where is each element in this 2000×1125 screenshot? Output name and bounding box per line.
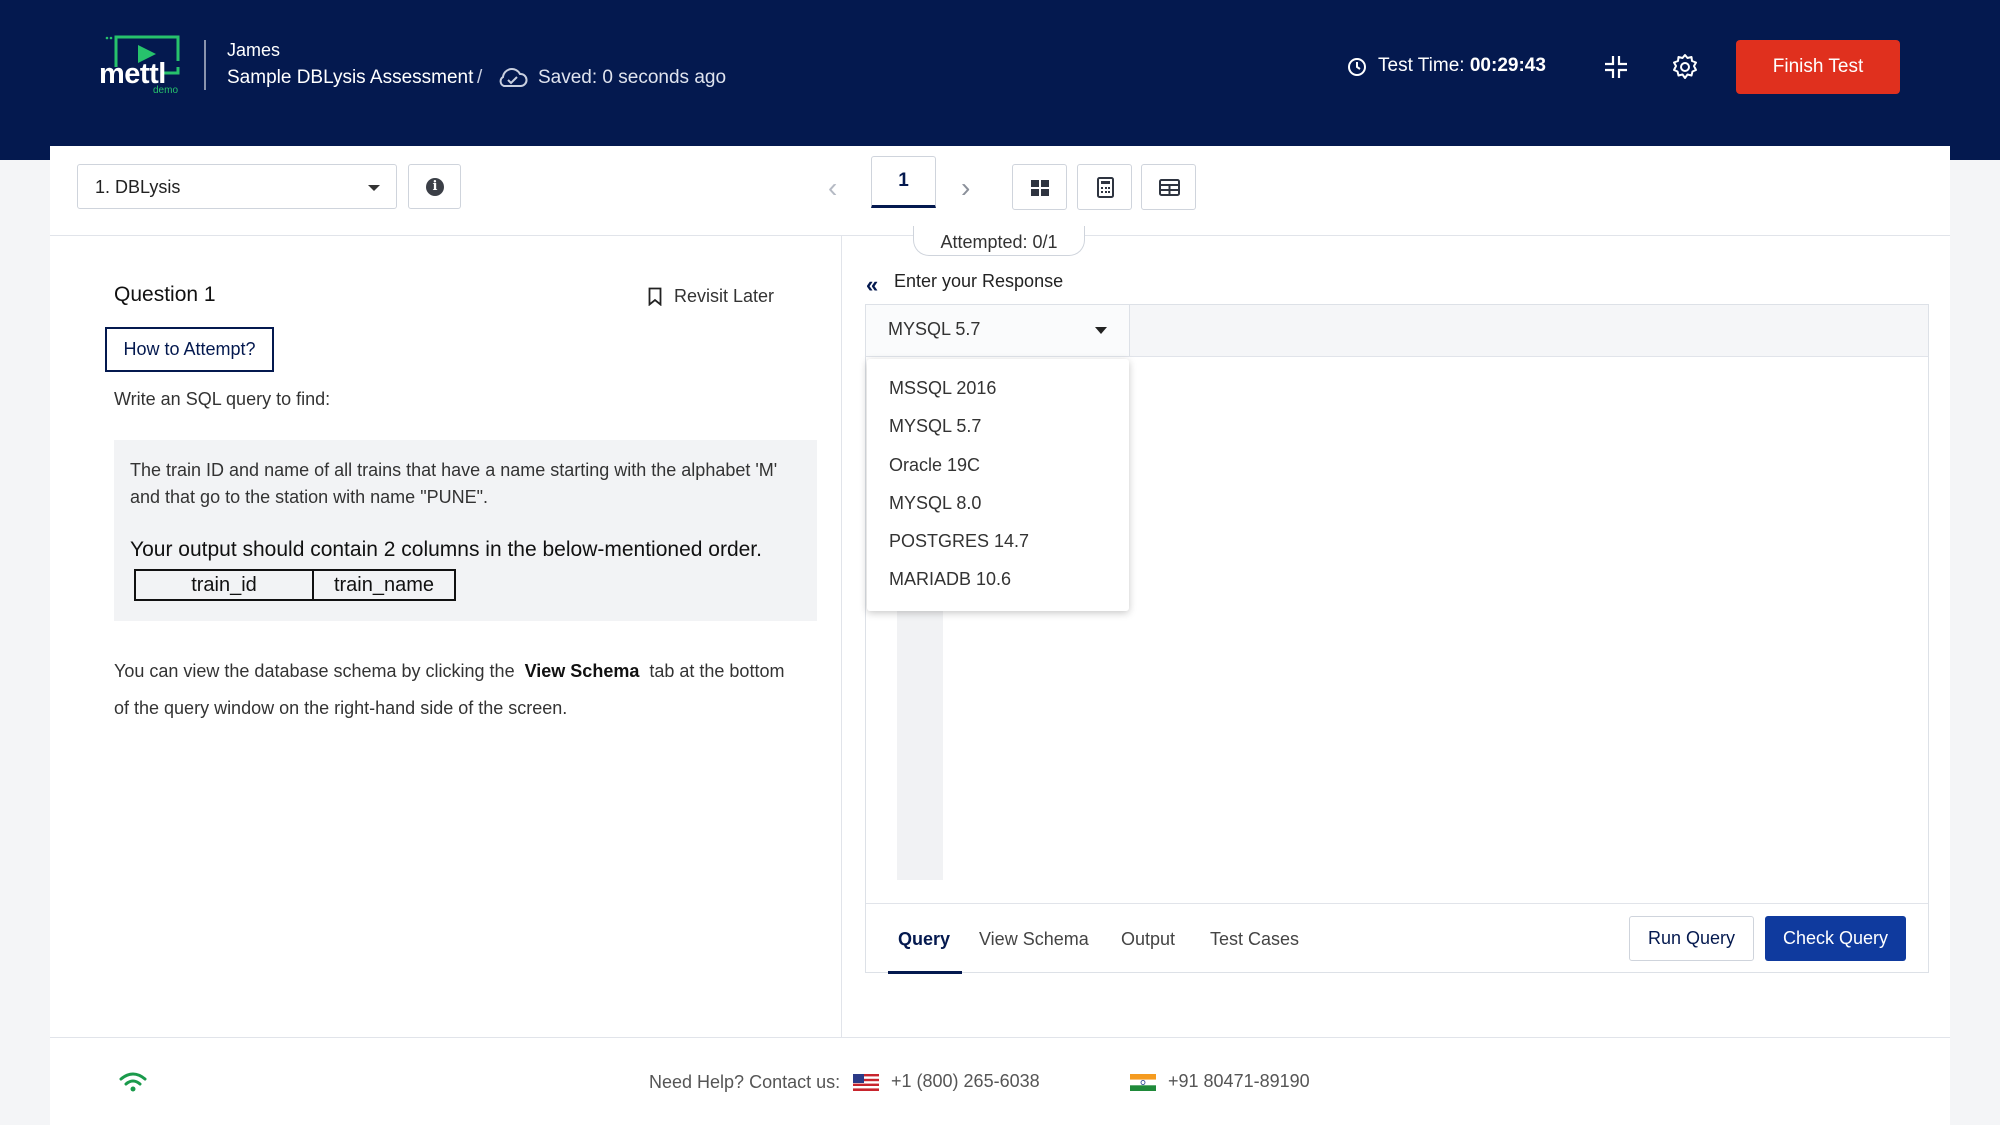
- language-select[interactable]: MYSQL 5.7: [866, 305, 1130, 356]
- question-title: Question 1: [114, 283, 216, 306]
- us-flag-icon: [853, 1074, 879, 1091]
- caret-down-icon: [1095, 327, 1107, 334]
- prev-question-icon[interactable]: ‹: [828, 172, 837, 204]
- question-intro: Write an SQL query to find:: [114, 389, 331, 409]
- saved-status: Saved: 0 seconds ago: [538, 67, 727, 88]
- wifi-icon: [119, 1072, 147, 1092]
- language-select-value: MYSQL 5.7: [888, 319, 981, 339]
- finish-test-button[interactable]: Finish Test: [1736, 40, 1900, 94]
- help-text: Need Help? Contact us:: [649, 1072, 841, 1092]
- column-header: train_name: [312, 569, 456, 601]
- exit-fullscreen-icon[interactable]: [1603, 54, 1629, 80]
- language-dropdown-menu: MSSQL 2016 MYSQL 5.7 Oracle 19C MYSQL 8.…: [867, 359, 1129, 611]
- india-phone-number[interactable]: +91 80471-89190: [1168, 1071, 1310, 1092]
- cloud-saved-icon: [499, 68, 528, 87]
- panel-divider: [841, 236, 842, 1037]
- calculator-button[interactable]: [1077, 164, 1132, 210]
- section-select-value: 1. DBLysis: [95, 177, 181, 197]
- info-icon: i: [426, 178, 444, 196]
- language-option[interactable]: MYSQL 5.7: [889, 416, 981, 437]
- us-phone-number[interactable]: +1 (800) 265-6038: [891, 1071, 1040, 1092]
- breadcrumb-separator: /: [477, 67, 483, 88]
- tab-view-schema[interactable]: View Schema: [979, 929, 1089, 950]
- india-flag-icon: [1130, 1074, 1156, 1091]
- grid-icon: [1031, 180, 1049, 196]
- schema-note-bold: View Schema: [524, 661, 640, 681]
- logo-demo-text: demo: [153, 85, 179, 96]
- table-icon: [1159, 179, 1180, 196]
- info-button[interactable]: i: [408, 164, 461, 209]
- tab-query[interactable]: Query: [898, 929, 950, 950]
- language-option[interactable]: POSTGRES 14.7: [889, 531, 1029, 552]
- timer-value: 00:29:43: [1469, 55, 1546, 76]
- language-option[interactable]: MARIADB 10.6: [889, 569, 1011, 590]
- column-header: train_id: [134, 569, 314, 601]
- revisit-later-link[interactable]: Revisit Later: [674, 286, 774, 307]
- output-note: Your output should contain 2 columns in …: [130, 538, 762, 561]
- timer-label: Test Time:: [1378, 55, 1465, 76]
- settings-gear-icon[interactable]: [1671, 53, 1699, 81]
- next-question-icon[interactable]: ›: [961, 172, 970, 204]
- collapse-double-chevron-icon[interactable]: «: [866, 272, 878, 298]
- check-query-button[interactable]: Check Query: [1765, 916, 1906, 961]
- active-tab-indicator: [888, 971, 962, 974]
- attempted-count: Attempted: 0/1: [913, 226, 1085, 256]
- schema-note-text: You can view the database schema by clic…: [114, 661, 515, 681]
- section-select[interactable]: 1. DBLysis: [77, 164, 397, 209]
- assessment-name: Sample DBLysis Assessment: [227, 67, 474, 88]
- question-text: The train ID and name of all trains that…: [130, 460, 778, 507]
- language-option[interactable]: MYSQL 8.0: [889, 493, 981, 514]
- editor-tabs-divider: [866, 903, 1928, 904]
- caret-down-icon: [368, 185, 380, 191]
- clock-icon: [1348, 58, 1366, 76]
- question-grid-button[interactable]: [1012, 164, 1067, 210]
- response-heading: Enter your Response: [894, 271, 1064, 291]
- how-to-attempt-button[interactable]: How to Attempt?: [105, 327, 274, 372]
- tab-output[interactable]: Output: [1121, 929, 1175, 950]
- calculator-icon: [1097, 177, 1114, 198]
- table-view-button[interactable]: [1141, 164, 1196, 210]
- header-divider: [204, 40, 206, 90]
- question-number-tab[interactable]: 1: [871, 156, 936, 208]
- output-columns-table: train_id train_name: [134, 569, 456, 601]
- run-query-button[interactable]: Run Query: [1629, 916, 1754, 961]
- language-option[interactable]: MSSQL 2016: [889, 378, 996, 399]
- tab-test-cases[interactable]: Test Cases: [1210, 929, 1299, 950]
- bookmark-icon[interactable]: [648, 287, 662, 306]
- language-option[interactable]: Oracle 19C: [889, 455, 980, 476]
- test-timer: Test Time: 00:29:43: [1378, 55, 1546, 77]
- user-name: James: [227, 40, 281, 60]
- footer-divider: [50, 1037, 1950, 1038]
- schema-note: You can view the database schema by clic…: [114, 653, 804, 727]
